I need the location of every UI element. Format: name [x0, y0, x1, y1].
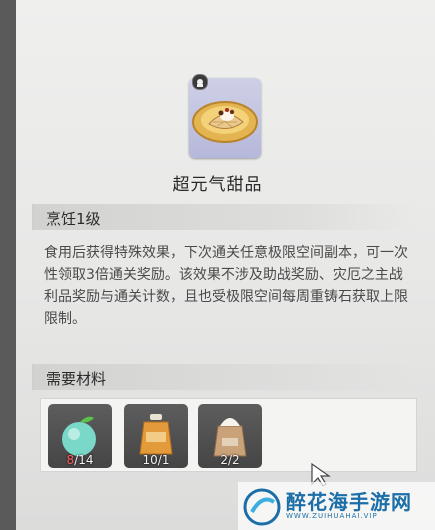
swirl-logo-icon — [243, 488, 281, 526]
cooking-level-label: 烹饪1级 — [46, 210, 101, 228]
materials-header: 需要材料 — [32, 364, 414, 390]
watermark-url: WWW.ZUIHUAHAI.VIP — [286, 512, 378, 520]
material-count: 2/2 — [220, 453, 240, 467]
item-description: 食用后获得特殊效果，下次通关任意极限空间副本，可一次性领取3倍通关奖励。该效果不… — [44, 245, 408, 327]
watermark-title: 醉花海手游网 — [286, 490, 412, 514]
material-slot-apple[interactable]: 8/14 — [48, 404, 112, 468]
material-count: 8/14 — [66, 453, 94, 467]
site-watermark: 醉花海手游网 WWW.ZUIHUAHAI.VIP — [238, 482, 435, 530]
cooking-level-header: 烹饪1级 — [32, 204, 414, 230]
material-slot-honey[interactable]: 10/1 — [124, 404, 188, 468]
materials-label: 需要材料 — [46, 370, 107, 388]
material-count: 10/1 — [142, 453, 170, 467]
material-slot-flour[interactable]: 2/2 — [198, 404, 262, 468]
item-name: 超元气甜品 — [172, 175, 263, 195]
chef-hat-badge-icon — [192, 74, 208, 90]
